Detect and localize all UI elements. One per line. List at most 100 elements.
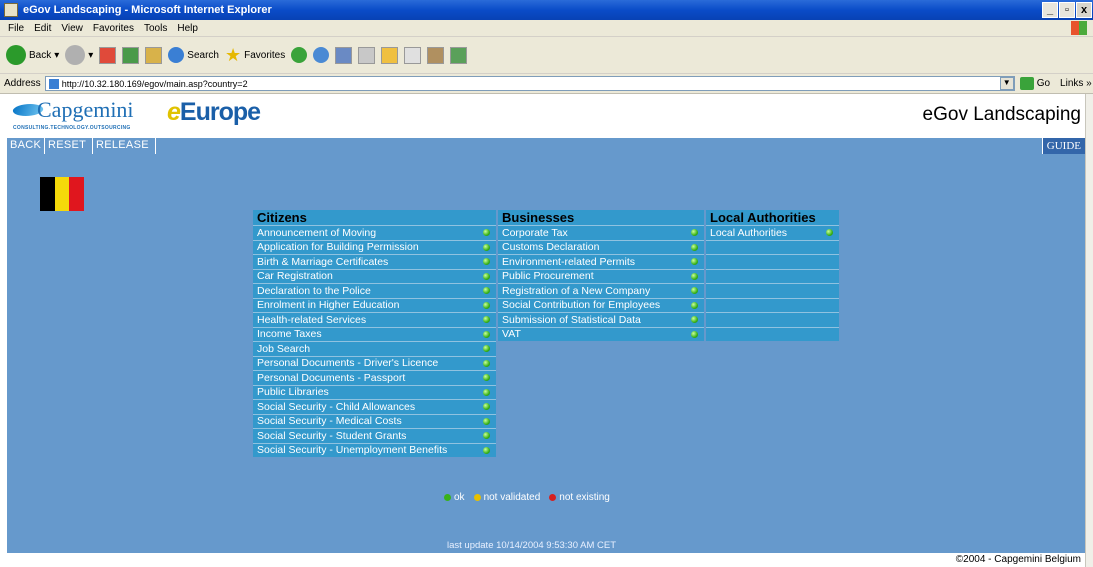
local-authorities-empty-row <box>706 326 839 341</box>
refresh-button[interactable] <box>122 46 140 64</box>
research-button[interactable] <box>427 46 445 64</box>
capgemini-wordmark: Capgemini <box>37 97 134 122</box>
maximize-button[interactable]: ▫ <box>1059 2 1075 18</box>
citizens-service-link[interactable]: Announcement of Moving <box>253 225 496 240</box>
citizens-service-link[interactable]: Declaration to the Police <box>253 283 496 298</box>
menu-help[interactable]: Help <box>177 23 198 34</box>
discuss-button[interactable] <box>404 46 422 64</box>
local-authorities-empty-row <box>706 312 839 327</box>
menu-file[interactable]: File <box>8 23 24 34</box>
folder-button[interactable] <box>381 46 399 64</box>
citizens-header: Citizens <box>253 210 496 225</box>
nav-release-link[interactable]: RELEASE <box>96 139 149 151</box>
citizens-service-link[interactable]: Birth & Marriage Certificates <box>253 254 496 269</box>
citizens-service-link[interactable]: Health-related Services <box>253 312 496 327</box>
businesses-service-link[interactable]: Corporate Tax <box>498 225 704 240</box>
mail-button[interactable] <box>335 46 353 64</box>
guide-link[interactable]: GUIDE <box>1041 138 1085 154</box>
menu-favorites[interactable]: Favorites <box>93 23 134 34</box>
last-update-text: last update 10/14/2004 9:53:30 AM CET <box>447 540 617 551</box>
businesses-service-link[interactable]: Submission of Statistical Data <box>498 312 704 327</box>
menu-view[interactable]: View <box>61 23 83 34</box>
address-input[interactable]: http://10.32.180.169/egov/main.asp?count… <box>44 76 1015 91</box>
local-authorities-service-link[interactable]: Local Authorities <box>706 225 839 240</box>
media-icon <box>291 47 308 63</box>
ok-status-dot-icon <box>483 374 490 381</box>
favorites-button[interactable]: ★ Favorites <box>225 45 285 66</box>
address-dropdown-arrow[interactable]: ▼ <box>999 77 1014 90</box>
businesses-service-link[interactable]: VAT <box>498 326 704 341</box>
nav-reset-link[interactable]: RESET <box>48 139 86 151</box>
citizens-service-link[interactable]: Application for Building Permission <box>253 239 496 254</box>
citizens-table: Citizens Announcement of Moving Applicati… <box>253 210 496 457</box>
messenger-icon <box>450 46 468 64</box>
ok-status-dot-icon <box>691 287 698 294</box>
stop-button[interactable] <box>99 46 117 64</box>
ok-status-dot-icon <box>483 403 490 410</box>
search-button[interactable]: Search <box>168 47 219 63</box>
citizens-service-link[interactable]: Car Registration <box>253 268 496 283</box>
ok-status-dot-icon <box>691 272 698 280</box>
citizens-service-link[interactable]: Public Libraries <box>253 384 496 399</box>
links-button[interactable]: Links » <box>1060 78 1092 89</box>
businesses-service-link[interactable]: Customs Declaration <box>498 239 704 254</box>
back-button[interactable]: Back ▾ <box>6 45 59 65</box>
nav-back-link[interactable]: BACK <box>10 139 41 151</box>
local-authorities-empty-row <box>706 254 839 269</box>
print-button[interactable] <box>358 46 376 64</box>
page-icon <box>48 78 59 89</box>
service-label: Public Procurement <box>502 270 594 283</box>
citizens-service-link[interactable]: Enrolment in Higher Education <box>253 297 496 312</box>
service-label: Income Taxes <box>257 328 322 341</box>
service-label: Car Registration <box>257 270 333 283</box>
star-icon: ★ <box>224 44 242 65</box>
service-label: Social Contribution for Employees <box>502 299 661 312</box>
go-label: Go <box>1036 78 1051 89</box>
businesses-service-link[interactable]: Social Contribution for Employees <box>498 297 704 312</box>
back-arrow-icon <box>6 45 26 65</box>
back-label: Back <box>29 49 52 61</box>
service-label: Submission of Statistical Data <box>502 313 641 326</box>
history-button[interactable] <box>313 47 330 63</box>
citizens-service-link[interactable]: Social Security - Medical Costs <box>253 413 496 428</box>
close-button[interactable]: x <box>1076 2 1092 18</box>
refresh-icon <box>122 46 140 64</box>
businesses-service-link[interactable]: Public Procurement <box>498 268 704 283</box>
citizens-service-link[interactable]: Personal Documents - Passport <box>253 370 496 385</box>
service-label: Social Security - Student Grants <box>257 429 407 442</box>
service-label: Announcement of Moving <box>257 226 377 239</box>
capgemini-logo[interactable]: Capgemini CONSULTING.TECHNOLOGY.OUTSOURC… <box>10 97 158 134</box>
ok-status-dot-icon <box>483 432 490 439</box>
messenger-button[interactable] <box>450 46 468 64</box>
service-label: Personal Documents - Driver's Licence <box>257 357 439 370</box>
forward-button[interactable]: ▾ <box>65 45 93 65</box>
eeurope-logo: eEurope <box>167 98 261 126</box>
service-label: Enrolment in Higher Education <box>257 299 400 312</box>
service-label: Public Libraries <box>257 386 329 399</box>
menu-tools[interactable]: Tools <box>144 23 167 34</box>
menu-edit[interactable]: Edit <box>34 23 51 34</box>
page-title: eGov Landscaping <box>922 104 1081 125</box>
citizens-service-link[interactable]: Job Search <box>253 341 496 356</box>
ok-status-dot-icon <box>691 243 698 251</box>
ok-status-dot-icon <box>483 359 490 367</box>
home-button[interactable] <box>145 46 163 64</box>
belgium-flag <box>40 177 85 211</box>
businesses-service-link[interactable]: Environment-related Permits <box>498 254 704 269</box>
browser-toolbar: Back ▾ ▾ Search ★ Favorites <box>0 37 1093 74</box>
go-button[interactable]: Go <box>1019 77 1051 90</box>
nav-separator <box>44 138 45 154</box>
citizens-service-link[interactable]: Social Security - Unemployment Benefits <box>253 442 496 457</box>
ok-status-dot-icon <box>483 330 490 338</box>
minimize-button[interactable]: _ <box>1042 2 1058 18</box>
legend-not-existing: not existing <box>559 492 610 503</box>
businesses-service-link[interactable]: Registration of a New Company <box>498 283 704 298</box>
media-button[interactable] <box>291 47 308 63</box>
vertical-scrollbar[interactable] <box>1085 94 1093 567</box>
citizens-service-link[interactable]: Personal Documents - Driver's Licence <box>253 355 496 370</box>
ok-status-dot-icon <box>483 301 490 309</box>
citizens-service-link[interactable]: Income Taxes <box>253 326 496 341</box>
citizens-service-link[interactable]: Social Security - Child Allowances <box>253 399 496 414</box>
citizens-service-link[interactable]: Social Security - Student Grants <box>253 428 496 443</box>
ok-status-dot-icon <box>483 272 490 280</box>
